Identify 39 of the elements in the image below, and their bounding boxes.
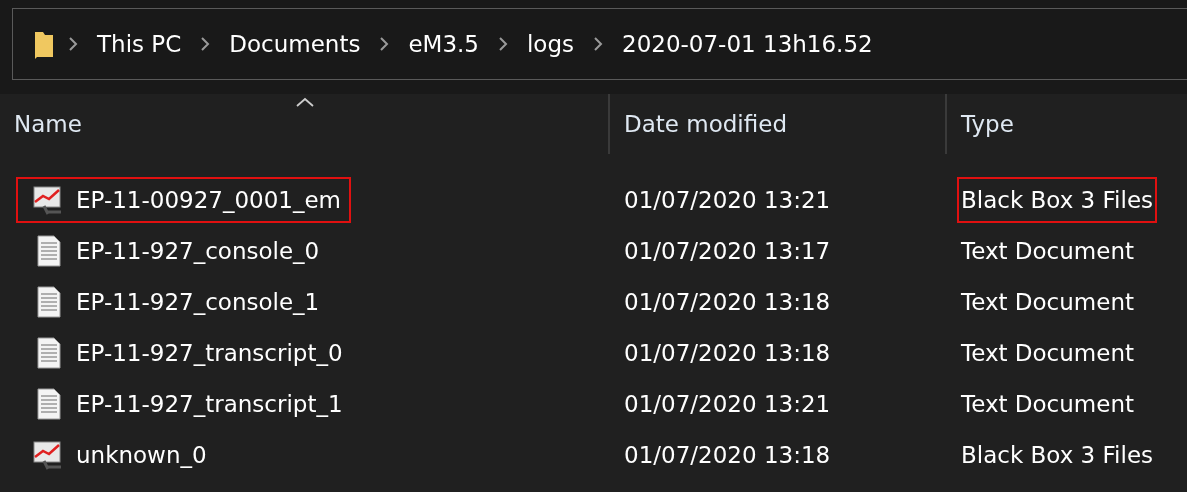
- file-name-item[interactable]: EP-11-927_console_0: [16, 227, 330, 274]
- type-cell-text: Text Document: [960, 389, 1135, 419]
- date-cell-text: 01/07/2020 13:21: [623, 186, 832, 213]
- breadcrumb-item[interactable]: logs: [518, 31, 582, 57]
- column-header[interactable]: Date modified: [610, 94, 947, 154]
- column-header[interactable]: Name: [0, 94, 610, 154]
- sort-caret-icon: [295, 96, 315, 108]
- chevron-icon: [592, 36, 604, 52]
- breadcrumb-item[interactable]: This PC: [89, 31, 190, 57]
- chevron-icon: [378, 36, 391, 52]
- file-name: EP-11-927_console_1: [76, 288, 320, 315]
- date-cell-text: 01/07/2020 13:18: [623, 339, 832, 366]
- file-name-item[interactable]: EP-11-927_console_1: [16, 278, 330, 325]
- date-cell-text: 01/07/2020 13:17: [623, 237, 832, 264]
- date-cell-text: 01/07/2020 13:18: [623, 441, 832, 468]
- chevron-icon: [199, 36, 212, 52]
- date-cell-text: 01/07/2020 13:21: [623, 390, 832, 417]
- breadcrumb-item[interactable]: eM3.5: [400, 31, 487, 57]
- type-cell-text: Black Box 3 Files: [960, 440, 1155, 470]
- breadcrumb-item[interactable]: 2020-07-01 13h16.52: [614, 31, 881, 57]
- file-name: EP-11-927_transcript_0: [76, 339, 343, 366]
- file-name: EP-11-927_transcript_1: [76, 390, 343, 417]
- column-header[interactable]: Type: [947, 94, 1173, 154]
- type-cell-text: Text Document: [960, 287, 1135, 317]
- file-name-item[interactable]: EP-11-927_transcript_1: [16, 380, 353, 427]
- breadcrumb-item[interactable]: Documents: [221, 31, 369, 57]
- date-cell-text: 01/07/2020 13:18: [623, 288, 832, 315]
- type-cell: Black Box 3 Files: [957, 176, 1158, 223]
- address-bar[interactable]: This PC Documents eM3.5 logs 2020-07-01 13h16.52: [12, 8, 1187, 80]
- chevron-icon: [67, 36, 79, 52]
- file-name-item[interactable]: unknown_0: [16, 431, 217, 478]
- file-name: unknown_0: [76, 441, 207, 468]
- chevron-icon: [496, 36, 509, 52]
- file-name-item[interactable]: EP-11-927_transcript_0: [16, 329, 353, 376]
- type-cell-text: Text Document: [960, 236, 1135, 266]
- file-name-item[interactable]: EP-11-00927_0001_em: [16, 176, 352, 223]
- type-cell-text: Text Document: [960, 338, 1135, 368]
- file-name: EP-11-927_console_0: [76, 237, 320, 264]
- file-name: EP-11-00927_0001_em: [76, 186, 342, 213]
